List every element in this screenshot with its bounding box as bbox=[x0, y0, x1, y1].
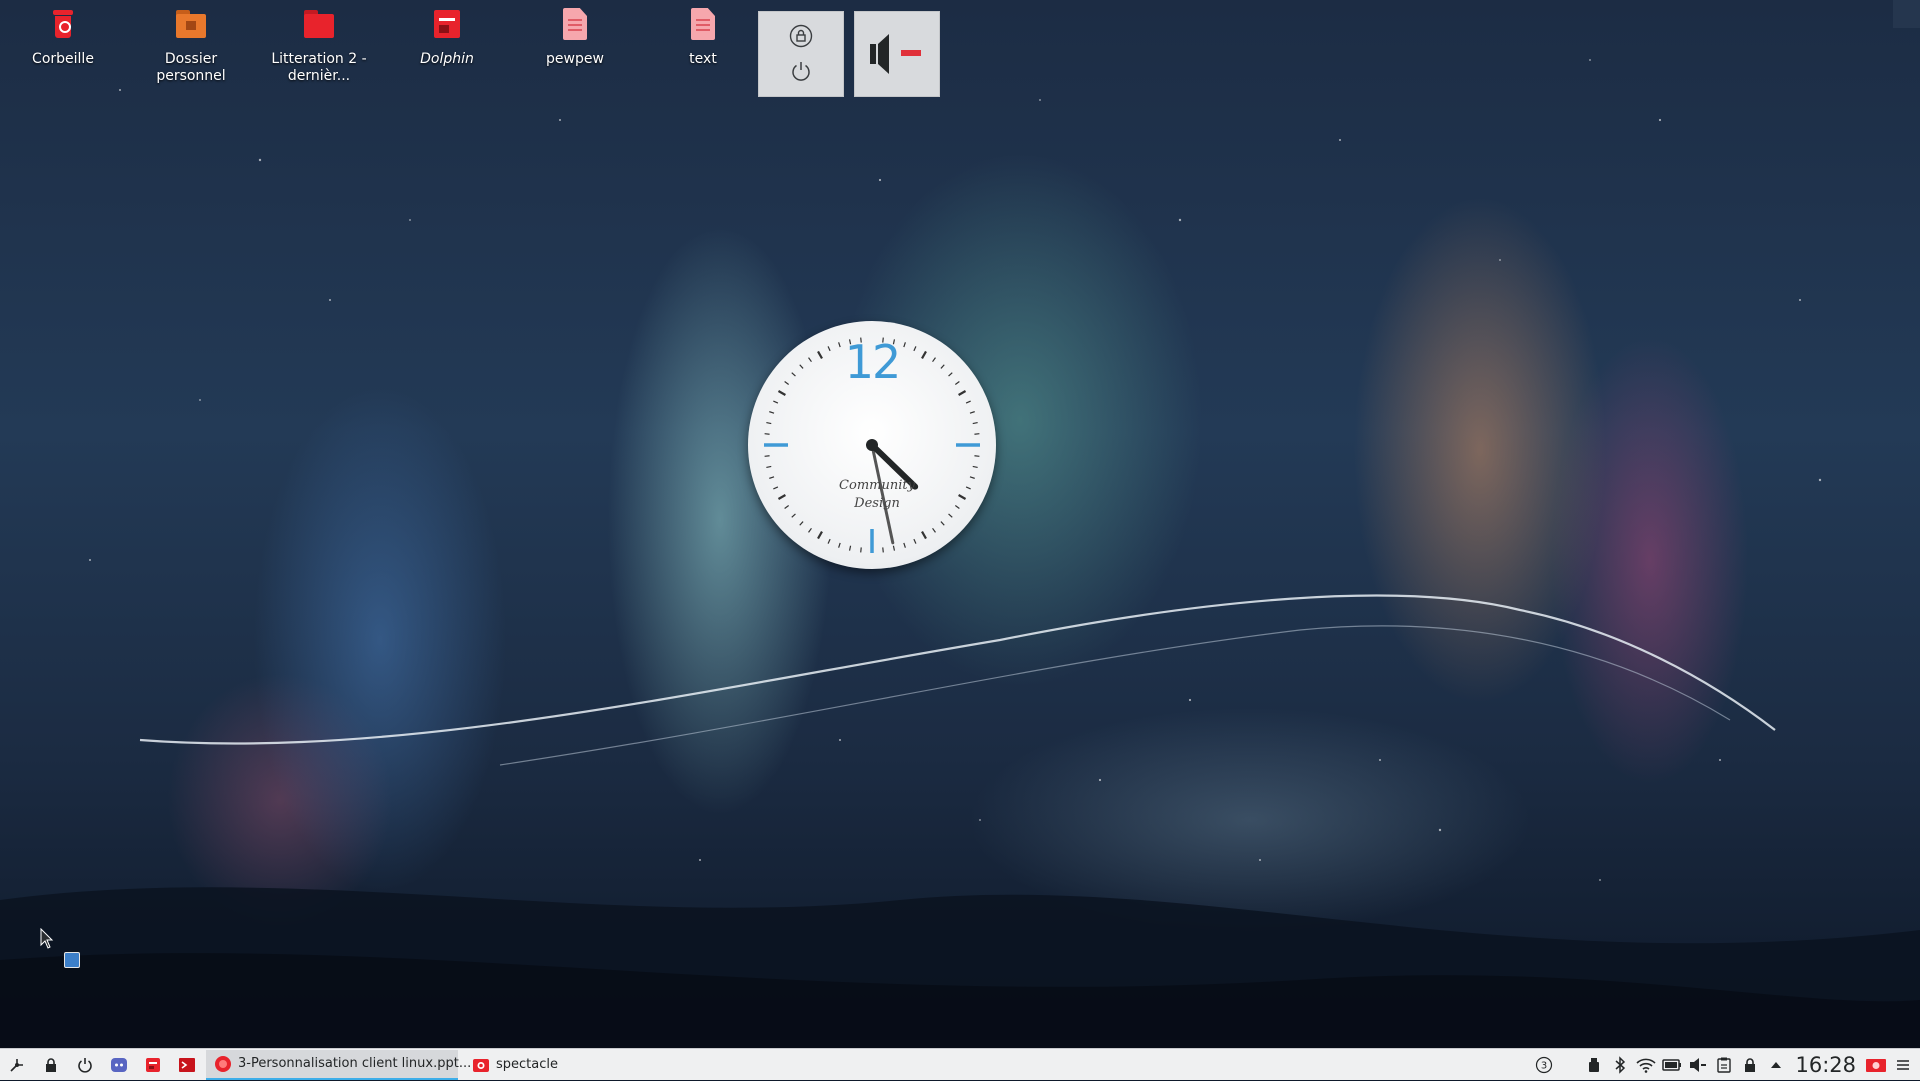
desktop-icon-label: text bbox=[689, 51, 717, 67]
clock-tick bbox=[948, 513, 953, 518]
power-icon[interactable] bbox=[789, 59, 813, 83]
files-icon[interactable] bbox=[140, 1049, 166, 1081]
screenshot-tray-icon[interactable] bbox=[1864, 1049, 1888, 1081]
clock-tick bbox=[932, 527, 936, 533]
desktop-icon-dossier-personnel[interactable]: Dossier personnel bbox=[132, 6, 250, 85]
desktop-icon-label: Dossier personnel bbox=[156, 51, 226, 84]
task-presentation[interactable]: 3-Personnalisation client linux.ppt... bbox=[206, 1049, 471, 1080]
clock-tick bbox=[903, 542, 906, 548]
clock-tick bbox=[921, 531, 927, 540]
desktop-icon-label: pewpew bbox=[546, 51, 604, 67]
wifi-icon[interactable] bbox=[1635, 1049, 1657, 1081]
clock-tick bbox=[808, 527, 812, 533]
clock-tick bbox=[784, 505, 790, 509]
clock-tick bbox=[838, 542, 841, 548]
clock-tick bbox=[958, 390, 967, 396]
clock-tick bbox=[766, 421, 772, 425]
volume-icon[interactable] bbox=[1687, 1049, 1709, 1081]
presentation-app-icon bbox=[215, 1055, 231, 1072]
mouse-cursor-icon bbox=[40, 928, 54, 949]
clock-tick bbox=[972, 465, 978, 469]
clock-tick bbox=[764, 455, 770, 457]
clock-tick bbox=[954, 505, 960, 509]
task-label: spectacle bbox=[496, 1057, 558, 1072]
task-spectacle[interactable]: spectacle bbox=[464, 1050, 566, 1080]
clock-tick bbox=[777, 494, 786, 500]
clock-tick bbox=[791, 513, 796, 518]
session-widget bbox=[758, 11, 844, 97]
clock-tick bbox=[974, 455, 980, 457]
clock-tick bbox=[972, 421, 978, 425]
clock-tick bbox=[913, 538, 917, 544]
clock-tick bbox=[817, 531, 823, 540]
clock-tick bbox=[969, 411, 975, 414]
clock-tick bbox=[773, 400, 779, 404]
clock-tick bbox=[882, 547, 884, 553]
shutdown-icon[interactable] bbox=[72, 1049, 98, 1081]
home-folder-icon bbox=[174, 6, 208, 42]
usb-icon[interactable] bbox=[1583, 1049, 1605, 1081]
panel-toolbox-button[interactable] bbox=[1893, 0, 1920, 28]
clock-tick bbox=[965, 400, 971, 404]
desktop-icon-label: Dolphin bbox=[420, 51, 474, 67]
terminal-icon[interactable] bbox=[174, 1049, 200, 1081]
battery-icon[interactable] bbox=[1661, 1049, 1683, 1081]
desktop-widget-icon[interactable] bbox=[64, 952, 80, 968]
expand-arrow-icon[interactable] bbox=[1765, 1049, 1787, 1081]
clock-twelve-label: 12 bbox=[844, 335, 902, 389]
screenshot-app-icon bbox=[473, 1058, 489, 1072]
lock-icon[interactable] bbox=[789, 24, 813, 48]
notification-badge-icon[interactable]: 3 bbox=[1533, 1049, 1555, 1081]
clock-tick bbox=[860, 547, 862, 553]
discord-icon[interactable] bbox=[106, 1049, 132, 1081]
taskbar-panel: 3-Personnalisation client linux.ppt... s… bbox=[0, 1048, 1920, 1080]
desktop-icon-text[interactable]: text bbox=[644, 6, 762, 68]
clock-center-pin bbox=[866, 439, 878, 451]
clock-tick bbox=[969, 476, 975, 479]
folder-icon bbox=[302, 6, 336, 42]
panel-clock[interactable]: 16:28 bbox=[1795, 1053, 1856, 1077]
clock-tick bbox=[974, 433, 980, 435]
clock-tick bbox=[777, 390, 786, 396]
notification-count: 3 bbox=[1541, 1061, 1547, 1072]
clipboard-icon[interactable] bbox=[1713, 1049, 1735, 1081]
panel-menu-icon[interactable] bbox=[1892, 1049, 1914, 1081]
clock-brand-label: Community Design bbox=[839, 478, 915, 511]
text-file-icon bbox=[558, 6, 592, 42]
clock-tick bbox=[848, 545, 852, 551]
clock-tick bbox=[766, 465, 772, 469]
clock-tick bbox=[892, 545, 896, 551]
desktop-icon-pewpew[interactable]: pewpew bbox=[516, 6, 634, 68]
lock-icon[interactable] bbox=[1739, 1049, 1761, 1081]
volume-muted-icon bbox=[870, 34, 921, 74]
clock-tick bbox=[769, 411, 775, 414]
clock-tick bbox=[799, 521, 804, 526]
trash-icon bbox=[46, 6, 80, 42]
clock-tick bbox=[827, 538, 831, 544]
text-file-icon bbox=[686, 6, 720, 42]
task-label: 3-Personnalisation client linux.ppt... bbox=[238, 1056, 472, 1071]
application-menu-icon[interactable] bbox=[4, 1049, 30, 1081]
clock-tick bbox=[764, 433, 770, 435]
dolphin-launcher-icon bbox=[430, 6, 464, 42]
desktop-icon-dolphin[interactable]: Dolphin bbox=[388, 6, 506, 68]
clock-tick bbox=[965, 486, 971, 490]
lock-screen-icon[interactable] bbox=[38, 1049, 64, 1081]
desktop-icon-label: Litteration 2 - dernièr... bbox=[271, 51, 367, 84]
audio-widget[interactable] bbox=[854, 11, 940, 97]
desktop-icon-label: Corbeille bbox=[32, 51, 94, 67]
clock-tick bbox=[940, 521, 945, 526]
desktop-icon-litteration-folder[interactable]: Litteration 2 - dernièr... bbox=[260, 6, 378, 85]
clock-tick bbox=[958, 494, 967, 500]
clock-tick bbox=[769, 476, 775, 479]
analog-clock-widget[interactable]: 12 Community Design bbox=[748, 321, 996, 569]
bluetooth-icon[interactable] bbox=[1609, 1049, 1631, 1081]
desktop-icon-corbeille[interactable]: Corbeille bbox=[4, 6, 122, 68]
clock-tick bbox=[773, 486, 779, 490]
